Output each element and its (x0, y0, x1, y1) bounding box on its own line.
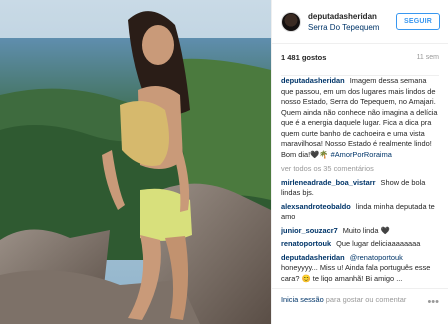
follow-button[interactable]: SEGUIR (395, 13, 440, 30)
username-link[interactable]: deputadasheridan (308, 11, 396, 22)
list-item: deputadasheridan @renatoportouk honeyyyy… (281, 253, 439, 285)
likes-count[interactable]: 1 481 gostos (281, 53, 326, 62)
caption-username[interactable]: deputadasheridan (281, 76, 345, 85)
list-item: alexsandroteobaldo linda minha deputada … (281, 202, 439, 223)
login-prompt-text: para gostar ou comentar (325, 295, 407, 304)
header-text: deputadasheridan Serra Do Tepequem (308, 11, 396, 33)
post-time[interactable]: 11 sem (417, 54, 439, 61)
caption-text: Imagem dessa semana que passou, em um do… (281, 76, 438, 148)
comments-list: deputadasheridan Imagem dessa semana que… (281, 76, 439, 288)
caption: deputadasheridan Imagem dessa semana que… (281, 76, 439, 160)
comment-username[interactable]: deputadasheridan (281, 253, 345, 262)
post-header: deputadasheridan Serra Do Tepequem SEGUI… (272, 0, 448, 44)
comment-text: Que lugar deliciaaaaaaaa (336, 239, 421, 248)
photo-illustration (0, 0, 271, 324)
comment-username[interactable]: mirleneadrade_boa_vistarr (281, 178, 375, 187)
post-footer: Inicia sessão para gostar ou comentar ••… (272, 288, 448, 324)
caption-signoff: Bom dia!🖤🌴 (281, 149, 329, 159)
comment-username[interactable]: renatoportouk (281, 239, 331, 248)
list-item: mirleneadrade_boa_vistarr Show de bola l… (281, 178, 439, 199)
instagram-post: deputadasheridan Serra Do Tepequem SEGUI… (0, 0, 448, 324)
login-prompt: Inicia sessão para gostar ou comentar (281, 295, 421, 305)
mention-link[interactable]: @renatoportouk (350, 253, 403, 262)
likes-row: 1 481 gostos 11 sem (281, 52, 439, 76)
comment-username[interactable]: junior_souzacr7 (281, 226, 338, 235)
location-link[interactable]: Serra Do Tepequem (308, 22, 396, 33)
post-sidebar: deputadasheridan Serra Do Tepequem SEGUI… (271, 0, 448, 324)
comment-text: honeyyyy... Miss u! Ainda fala português… (281, 263, 431, 283)
more-dots-icon[interactable]: ••• (427, 297, 439, 308)
list-item: junior_souzacr7 Muito linda 🖤 (281, 226, 439, 237)
login-link[interactable]: Inicia sessão (281, 295, 324, 304)
avatar[interactable] (281, 11, 301, 32)
hashtag-link[interactable]: #AmorPorRoraima (331, 150, 392, 159)
list-item: renatoportouk Que lugar deliciaaaaaaaa (281, 239, 439, 250)
comment-text: Muito linda 🖤 (342, 225, 390, 235)
post-photo[interactable] (0, 0, 271, 324)
view-all-comments-link[interactable]: ver todos os 35 comentários (281, 164, 439, 175)
comment-username[interactable]: alexsandroteobaldo (281, 202, 351, 211)
